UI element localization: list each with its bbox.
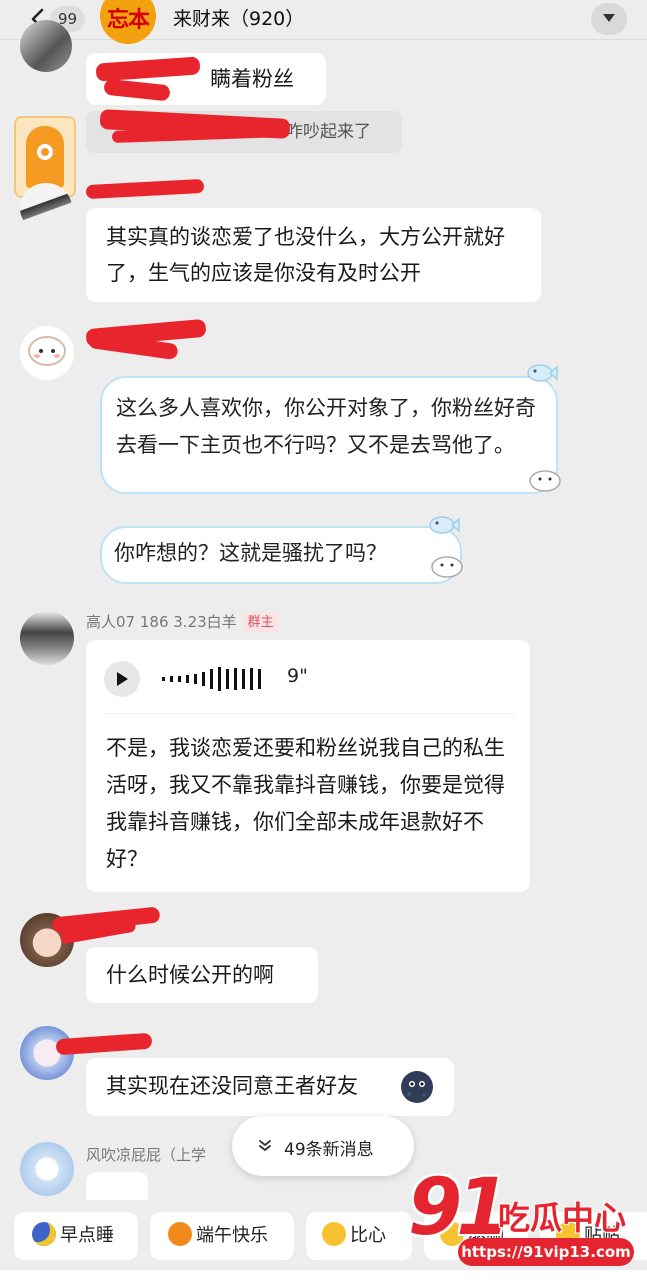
quick-chip-label: 比心 <box>350 1225 386 1246</box>
menu-down-icon <box>603 14 615 22</box>
message-text: 瞒着粉丝 <box>210 67 294 91</box>
new-messages-button[interactable]: 49条新消息 <box>232 1116 414 1176</box>
chat-menu-button[interactable] <box>591 3 627 35</box>
voice-wave-icon <box>162 667 261 691</box>
message-text: 这么多人喜欢你，你公开对象了，你粉丝好奇去看一下主页也不行吗？又不是去骂他了。 <box>116 396 536 457</box>
avatar[interactable] <box>20 20 72 72</box>
voice-duration: 9" <box>287 665 308 687</box>
owner-badge: 群主 <box>242 613 279 632</box>
message-bubble: 其实真的谈恋爱了也没什么，大方公开就好了，生气的应该是你没有及时公开 <box>86 208 541 302</box>
group-avatar-text: 忘本 <box>106 8 150 33</box>
avatar[interactable] <box>20 183 72 233</box>
message-bubble: 这么多人喜欢你，你公开对象了，你粉丝好奇去看一下主页也不行吗？又不是去骂他了。 <box>100 376 558 494</box>
emoji-icon <box>32 1222 56 1246</box>
input-bar-edge <box>0 1270 647 1280</box>
watermark-logo-text: 吃瓜中心 <box>498 1199 627 1237</box>
seal-icon <box>529 470 561 492</box>
message-text: 你咋想的？这就是骚扰了吗？ <box>114 541 387 565</box>
divider <box>104 713 514 714</box>
group-avatar[interactable]: 忘本 <box>100 0 156 44</box>
quick-chip[interactable]: 早点睡 <box>14 1212 138 1260</box>
new-messages-label: 49条新消息 <box>284 1140 374 1160</box>
quick-chip-label: 早点睡 <box>60 1225 114 1246</box>
avatar[interactable] <box>20 611 74 665</box>
quick-chip[interactable]: 比心 <box>306 1212 412 1260</box>
seal-icon <box>431 556 463 578</box>
watermark-url: https://91vip13.com <box>458 1238 634 1266</box>
avatar[interactable] <box>20 326 74 380</box>
message-bubble: 你咋想的？这就是骚扰了吗？ <box>100 526 462 584</box>
redaction-mark <box>85 178 205 200</box>
message-text: 其实现在还没同意王者好友 <box>106 1074 358 1098</box>
message-text: 什么时候公开的啊 <box>106 963 274 987</box>
quick-chip-label: 端午快乐 <box>196 1225 268 1246</box>
redaction-mark <box>55 1032 153 1056</box>
double-chevron-down-icon <box>259 1140 271 1151</box>
bear-icon <box>28 336 66 366</box>
play-button[interactable] <box>104 661 140 697</box>
message-text: 其实真的谈恋爱了也没什么，大方公开就好了，生气的应该是你没有及时公开 <box>106 225 505 285</box>
emoji-icon <box>322 1222 346 1246</box>
message-bubble: 其实现在还没同意王者好友 <box>86 1058 454 1116</box>
play-icon <box>117 672 128 686</box>
voice-message[interactable]: 9" <box>104 655 514 703</box>
chat-header: 99 忘本 来财来（920） <box>0 0 647 44</box>
fish-icon <box>527 364 558 382</box>
moon-emoji-icon <box>401 1071 433 1103</box>
emoji-icon <box>168 1222 192 1246</box>
avatar[interactable] <box>20 1142 74 1196</box>
sender-name: 高人07 186 3.23白羊 群主 <box>86 612 279 632</box>
door-icon <box>26 126 64 188</box>
message-bubble: 什么时候公开的啊 <box>86 947 318 1003</box>
chat-title[interactable]: 来财来（920） <box>173 6 304 32</box>
sender-name: 风吹凉屁屁（上学 <box>86 1146 207 1164</box>
fish-icon <box>429 516 460 534</box>
quoted-reply-text: 咋吵起来了 <box>286 122 371 142</box>
quick-chip[interactable]: 端午快乐 <box>150 1212 294 1260</box>
sender-name-text: 高人07 186 3.23白羊 <box>86 613 237 631</box>
message-text: 不是，我谈恋爱还要和粉丝说我自己的私生活呀，我又不靠我靠抖音赚钱，你要是觉得我靠… <box>106 736 505 871</box>
